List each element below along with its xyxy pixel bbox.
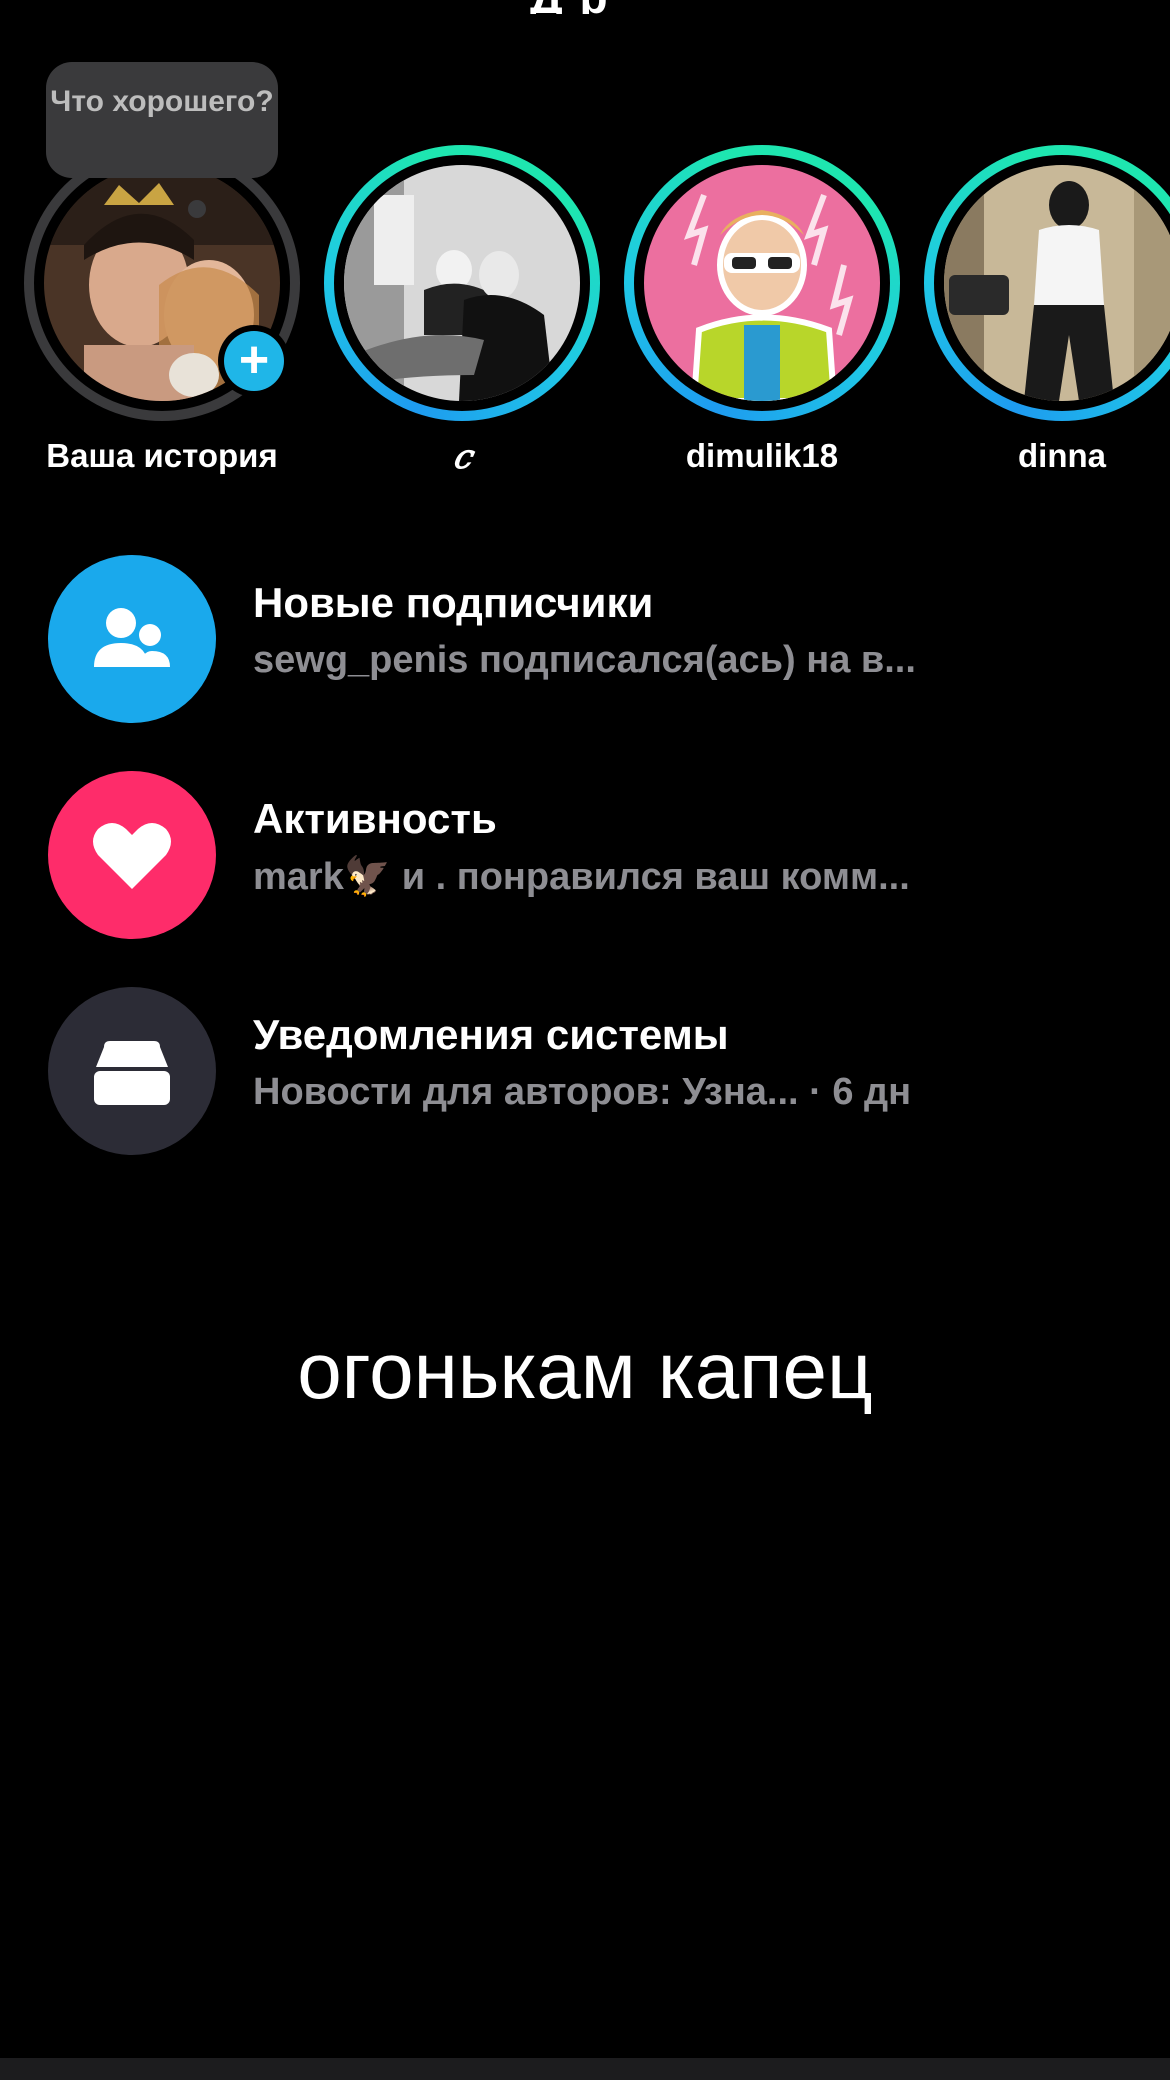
notification-time: · 6 дн xyxy=(798,1071,912,1113)
notification-title: Уведомления системы xyxy=(253,1011,729,1058)
story-ring xyxy=(924,145,1170,421)
bottom-nav-bar xyxy=(0,2058,1170,2080)
heart-icon xyxy=(93,823,171,889)
story-tooltip: Что хорошего? xyxy=(46,62,278,178)
notification-title: Активность xyxy=(253,795,497,842)
heart-icon-circle xyxy=(48,771,216,939)
overlay-caption: огонькам капец xyxy=(297,1326,873,1415)
story-tooltip-tail xyxy=(188,200,206,218)
story-item[interactable]: dimulik18 xyxy=(624,145,904,485)
story-label: 𝑐 xyxy=(452,437,472,476)
stories-row: Что хорошего? + Ваша история 𝑐 dimulik18… xyxy=(0,0,1170,500)
notification-row-activity[interactable]: Активность mark🦅 и . понравился ваш комм… xyxy=(0,771,1170,941)
story-item[interactable]: dinna xyxy=(924,145,1170,485)
notification-subtitle: mark🦅 и . понравился ваш комм... xyxy=(253,856,910,898)
add-story-button[interactable]: + xyxy=(218,325,290,397)
notification-subtitle: sewg_penis подписался(ась) на в... xyxy=(253,639,916,681)
followers-icon-circle xyxy=(48,555,216,723)
avatar xyxy=(944,165,1170,401)
notification-title: Новые подписчики xyxy=(253,579,654,626)
inbox-icon-circle xyxy=(48,987,216,1155)
notification-row-followers[interactable]: Новые подписчики sewg_penis подписался(а… xyxy=(0,555,1170,725)
avatar xyxy=(644,165,880,401)
story-label: dinna xyxy=(1018,437,1106,474)
story-ring xyxy=(624,145,900,421)
notification-subtitle: Новости для авторов: Узна... · 6 дн xyxy=(253,1071,911,1114)
followers-icon xyxy=(94,608,170,667)
story-label: Ваша история xyxy=(46,437,278,474)
inbox-icon xyxy=(94,1041,170,1105)
notification-text: Новости для авторов: Узна... xyxy=(253,1071,799,1113)
story-ring xyxy=(324,145,600,421)
story-own[interactable]: + Ваша история xyxy=(24,145,304,485)
notification-row-system[interactable]: Уведомления системы Новости для авторов:… xyxy=(0,987,1170,1157)
story-label: dimulik18 xyxy=(685,437,839,474)
plus-icon: + xyxy=(224,331,284,391)
avatar xyxy=(344,165,580,401)
story-item[interactable]: 𝑐 xyxy=(324,145,604,485)
